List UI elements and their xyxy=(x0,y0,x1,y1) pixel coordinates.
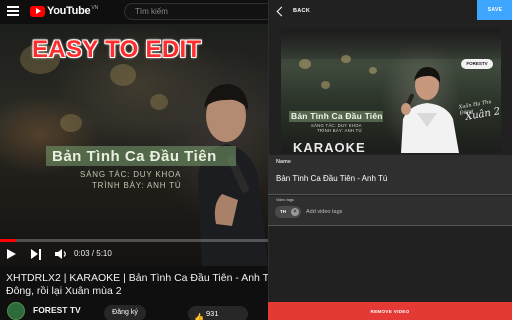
youtube-play-icon xyxy=(30,5,45,17)
play-icon[interactable] xyxy=(7,249,16,259)
video-progress-bar[interactable] xyxy=(0,239,268,242)
thumbnail-performer-credit: TRÌNH BÀY: ANH TÚ xyxy=(317,128,362,133)
channel-logo: FORESTV xyxy=(461,59,493,69)
thumbs-up-icon: 👍 xyxy=(194,313,204,320)
video-title: XHTDRLX2 | KARAOKE | Bản Tình Ca Đầu Tiê… xyxy=(6,272,268,284)
editor-header: BACK SAVE xyxy=(269,0,512,22)
bokeh-light xyxy=(60,114,82,132)
bokeh-light xyxy=(369,67,377,74)
next-icon[interactable] xyxy=(31,249,42,260)
back-label: BACK xyxy=(293,8,311,14)
like-count: 931 xyxy=(206,309,219,318)
subscribe-button[interactable]: Đăng ký xyxy=(104,305,146,320)
tag-chip[interactable]: TH × xyxy=(275,206,301,218)
video-performer-credit: TRÌNH BÀY: ANH TÚ xyxy=(92,181,182,190)
easy-to-edit-headline: EASY TO EDIT xyxy=(32,36,202,63)
like-button[interactable]: 👍 931 xyxy=(188,306,248,320)
save-button[interactable]: SAVE xyxy=(477,0,512,20)
remove-video-button[interactable]: REMOVE VIDEO xyxy=(268,302,512,320)
youtube-logo-text: YouTube xyxy=(47,5,91,17)
volume-icon[interactable] xyxy=(54,248,68,260)
video-song-title: Bản Tình Ca Đầu Tiên xyxy=(52,148,217,165)
bokeh-light xyxy=(110,64,136,86)
video-tags-label: Video tags xyxy=(276,198,294,202)
add-tags-input[interactable] xyxy=(306,206,486,218)
bokeh-light xyxy=(299,59,311,69)
thumbnail-song-title: Bản Tình Ca Đầu Tiên xyxy=(291,111,383,121)
video-thumbnail: FORESTV Xuân Hạ Thu Đông Xuân 2 Bản Tình… xyxy=(281,29,501,153)
name-input[interactable] xyxy=(276,171,504,185)
name-field: Name xyxy=(268,155,512,195)
bokeh-light xyxy=(341,55,351,63)
channel-name[interactable]: FOREST TV xyxy=(33,305,81,315)
video-progress-fill xyxy=(0,239,17,242)
bokeh-light xyxy=(150,94,168,110)
video-controls: 0:03 / 5:10 xyxy=(0,244,268,264)
thumbnail-karaoke-text: KARAOKE xyxy=(293,140,366,153)
thumbnail-top-shade xyxy=(281,29,501,59)
video-title-continued: Đông, rồi lại Xuân mùa 2 xyxy=(6,285,122,297)
youtube-logo-region: VN xyxy=(91,5,99,11)
video-player[interactable]: Bản Tình Ca Đầu Tiên SÁNG TÁC: DUY KHOA … xyxy=(0,24,268,266)
name-label: Name xyxy=(276,159,291,165)
bokeh-light xyxy=(321,81,330,89)
back-arrow-icon xyxy=(276,6,287,16)
search-input[interactable]: Tìm kiếm xyxy=(124,3,274,20)
video-composer-credit: SÁNG TÁC: DUY KHOA xyxy=(80,170,182,179)
tag-chip-label: TH xyxy=(280,209,286,214)
channel-avatar[interactable] xyxy=(7,302,25,320)
video-tags-field: Video tags TH × xyxy=(268,196,512,226)
thumbnail-singer-figure xyxy=(401,66,459,153)
remove-tag-icon[interactable]: × xyxy=(291,208,299,216)
hamburger-menu-icon[interactable] xyxy=(7,6,19,16)
video-time: 0:03 / 5:10 xyxy=(74,249,112,258)
youtube-logo[interactable]: YouTube VN xyxy=(30,5,98,17)
back-button[interactable]: BACK xyxy=(273,3,310,19)
